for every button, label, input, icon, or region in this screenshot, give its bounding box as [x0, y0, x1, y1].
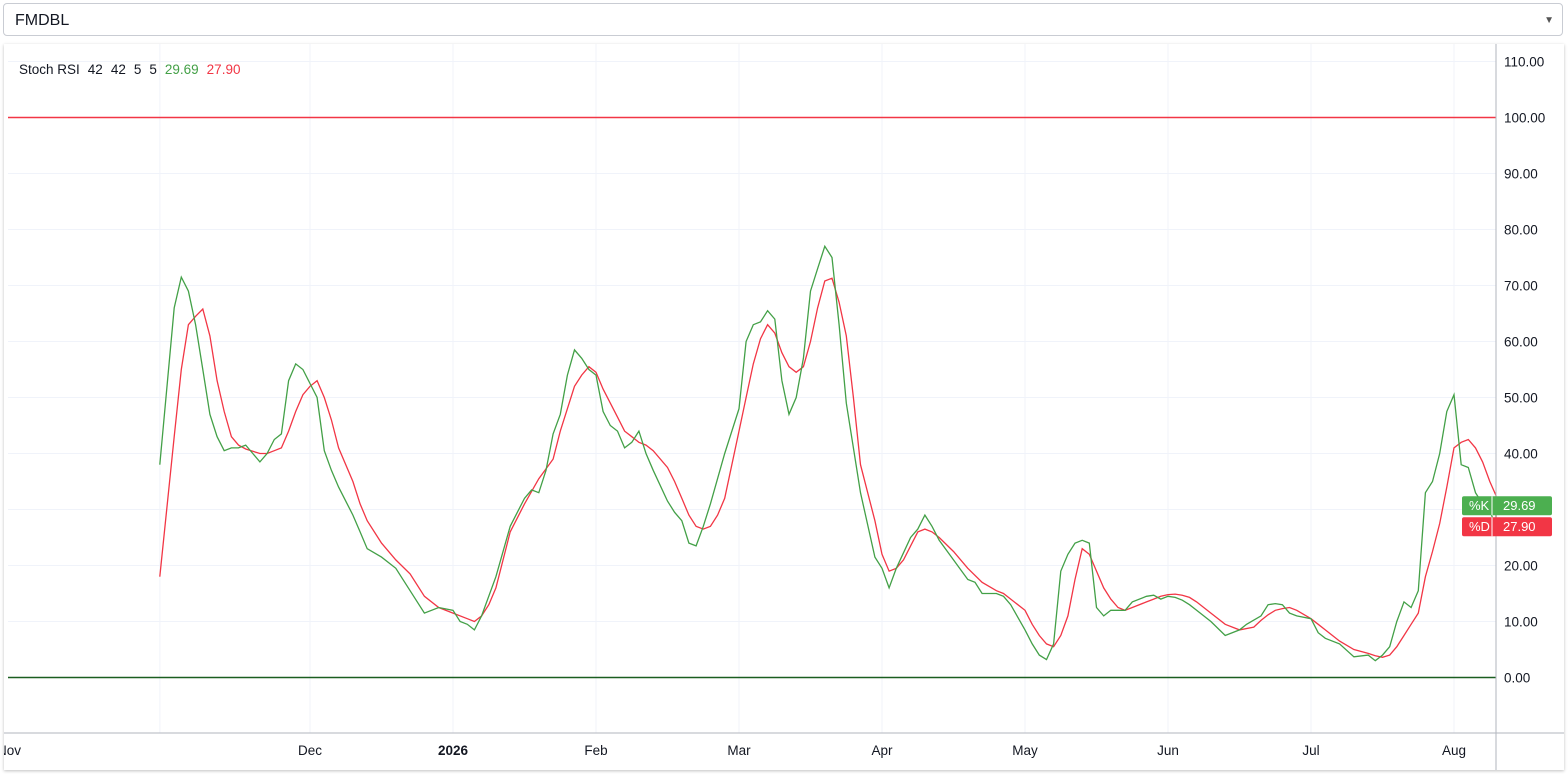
x-tick-label: Feb	[584, 743, 607, 758]
legend-param-3: 5	[134, 62, 142, 77]
y-tick-label: 60.00	[1504, 335, 1538, 350]
y-tick-label: 50.00	[1504, 391, 1538, 406]
legend[interactable]: Stoch RSI 42 42 5 5 29.69 27.90	[19, 62, 240, 77]
symbol-value: FMDBL	[15, 12, 70, 29]
y-tick-label: 10.00	[1504, 615, 1538, 630]
x-tick-label: May	[1012, 743, 1038, 758]
legend-param-4: 5	[149, 62, 157, 77]
legend-d-value: 27.90	[207, 62, 241, 77]
chevron-down-icon: ▼	[1544, 15, 1554, 26]
d-price-badge: %D 27.90	[1462, 517, 1552, 537]
x-tick-label: 2026	[438, 743, 469, 758]
legend-k-value: 29.69	[165, 62, 199, 77]
time-axis[interactable]: Nov Dec 2026 Feb Mar Apr May Jun Jul Aug	[4, 743, 1466, 758]
y-tick-label: 70.00	[1504, 279, 1538, 294]
x-tick-label: Jul	[1302, 743, 1319, 758]
y-tick-label: 40.00	[1504, 447, 1538, 462]
k-badge-label: %K	[1469, 498, 1490, 513]
legend-param-2: 42	[111, 62, 126, 77]
d-badge-value: 27.90	[1503, 519, 1536, 534]
x-tick-label: Jun	[1157, 743, 1179, 758]
y-tick-label: 0.00	[1504, 671, 1530, 686]
legend-param-1: 42	[88, 62, 103, 77]
y-tick-label: 90.00	[1504, 167, 1538, 182]
y-tick-label: 20.00	[1504, 559, 1538, 574]
x-tick-label: Aug	[1442, 743, 1466, 758]
d-badge-label: %D	[1469, 519, 1490, 534]
x-tick-label: Apr	[871, 743, 893, 758]
grid	[8, 44, 1496, 733]
x-tick-label: Mar	[727, 743, 751, 758]
k-price-badge: %K 29.69	[1462, 496, 1552, 516]
k-badge-value: 29.69	[1503, 498, 1536, 513]
x-tick-label: Nov	[4, 743, 21, 758]
stoch-rsi-chart[interactable]: 110.00100.0090.0080.0070.0060.0050.0040.…	[4, 44, 1564, 770]
x-tick-label: Dec	[298, 743, 322, 758]
symbol-select[interactable]: FMDBL ▼	[3, 3, 1563, 36]
d-line	[159, 277, 1497, 658]
chart-panel[interactable]: 110.00 100.00 90.00 80.00 70.00 60.00 50.00 40.…	[4, 44, 1564, 770]
y-tick-label: 110.00	[1504, 55, 1544, 70]
price-axis[interactable]: 110.00 100.00 90.00 80.00 70.00 60.00 50.00 40.…	[1504, 55, 1545, 686]
y-tick-label: 100.00	[1504, 111, 1545, 126]
legend-indicator-name: Stoch RSI	[19, 62, 80, 77]
y-tick-label: 80.00	[1504, 223, 1538, 238]
